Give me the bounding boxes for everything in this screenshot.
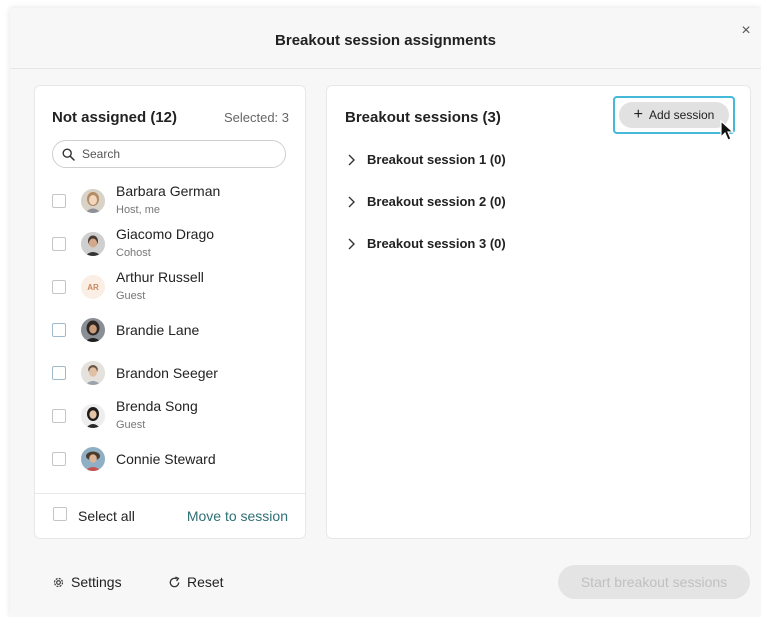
participant-row[interactable]: Connie Steward (52, 440, 292, 478)
not-assigned-panel: Not assigned (12) Selected: 3 Barbara G (34, 85, 306, 539)
participant-row[interactable]: Brenda Song Guest (52, 397, 292, 435)
participant-name: Brandie Lane (116, 322, 200, 338)
participant-checkbox[interactable] (52, 194, 66, 208)
participant-row[interactable]: Giacomo Drago Cohost (52, 225, 292, 263)
participant-role: Guest (116, 419, 146, 431)
chevron-right-icon (348, 196, 355, 208)
chevron-right-icon (348, 238, 355, 250)
breakout-session-item[interactable]: Breakout session 3 (0) (347, 236, 727, 256)
avatar (81, 232, 105, 256)
breakout-session-item[interactable]: Breakout session 2 (0) (347, 194, 727, 214)
reset-label: Reset (187, 574, 224, 590)
participant-name: Barbara German (116, 183, 221, 199)
participant-checkbox[interactable] (52, 452, 66, 466)
breakout-session-label: Breakout session 3 (0) (367, 236, 506, 251)
dialog-header: Breakout session assignments × (10, 8, 761, 69)
settings-label: Settings (71, 574, 122, 590)
not-assigned-footer: Select all Move to session (35, 493, 305, 538)
chevron-right-icon (348, 154, 355, 166)
close-icon[interactable]: × (737, 22, 755, 40)
breakout-dialog: Breakout session assignments × Not assig… (10, 8, 761, 617)
add-session-button[interactable]: + Add session (619, 102, 729, 128)
participant-checkbox[interactable] (52, 237, 66, 251)
participant-name: Brenda Song (116, 398, 198, 414)
avatar (81, 361, 105, 385)
start-breakout-sessions-button[interactable]: Start breakout sessions (558, 565, 750, 599)
not-assigned-header: Not assigned (12) Selected: 3 (52, 109, 289, 129)
plus-icon: + (633, 106, 643, 123)
breakout-sessions-title: Breakout sessions (3) (345, 109, 501, 126)
gear-icon (53, 577, 64, 587)
participant-name: Giacomo Drago (116, 226, 215, 242)
move-to-session-link[interactable]: Move to session (187, 508, 288, 524)
mouse-cursor-icon (720, 120, 735, 141)
search-input[interactable] (80, 146, 274, 162)
avatar (81, 318, 105, 342)
participant-name: Arthur Russell (116, 269, 204, 285)
add-session-label: Add session (648, 108, 715, 122)
selected-count: Selected: 3 (223, 110, 289, 125)
participant-role: Cohost (116, 247, 151, 259)
breakout-session-label: Breakout session 2 (0) (367, 194, 506, 209)
participant-role: Host, me (116, 204, 161, 216)
reset-icon (169, 576, 180, 587)
participant-checkbox[interactable] (52, 366, 66, 380)
breakout-session-item[interactable]: Breakout session 1 (0) (347, 152, 727, 172)
select-all-checkbox[interactable] (53, 507, 67, 521)
participant-checkbox[interactable] (52, 409, 66, 423)
participant-name: Brandon Seeger (116, 365, 218, 381)
avatar (81, 189, 105, 213)
breakout-session-label: Breakout session 1 (0) (367, 152, 506, 167)
select-all-label[interactable]: Select all (78, 508, 135, 524)
participant-checkbox[interactable] (52, 280, 66, 294)
settings-button[interactable]: Settings (52, 574, 122, 590)
breakout-sessions-panel: Breakout sessions (3) + Add session Brea… (326, 85, 751, 539)
avatar (81, 404, 105, 428)
participant-row[interactable]: Brandie Lane (52, 311, 292, 349)
avatar (81, 447, 105, 471)
reset-button[interactable]: Reset (168, 574, 224, 590)
dialog-title: Breakout session assignments (275, 32, 496, 49)
add-session-focus-ring: + Add session (613, 96, 735, 134)
participant-row[interactable]: Brandon Seeger (52, 354, 292, 392)
participant-role: Guest (116, 290, 146, 302)
not-assigned-title: Not assigned (12) (52, 109, 178, 126)
search-box[interactable] (52, 140, 286, 168)
participant-name: Connie Steward (116, 451, 216, 467)
search-icon (62, 147, 75, 161)
participant-row[interactable]: AR Arthur Russell Guest (52, 268, 292, 306)
participant-row[interactable]: Barbara German Host, me (52, 182, 292, 220)
participant-checkbox[interactable] (52, 323, 66, 337)
avatar-initials: AR (81, 275, 105, 299)
